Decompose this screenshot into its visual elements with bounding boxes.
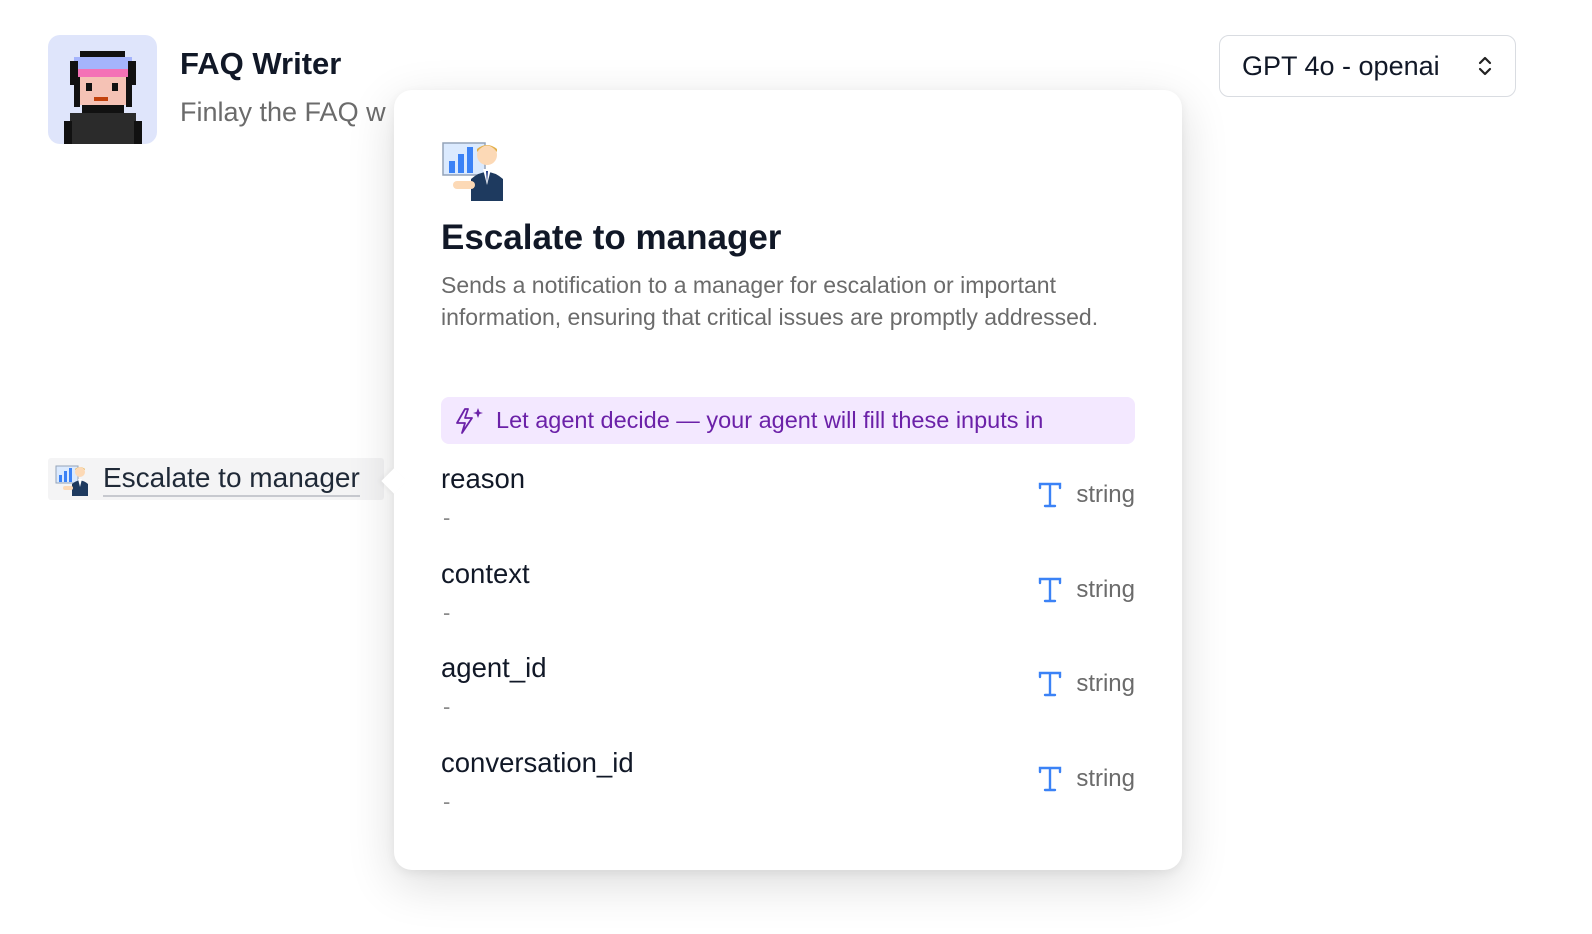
text-type-icon (1039, 766, 1062, 792)
pixel-avatar-icon (64, 51, 142, 144)
param-name: context (441, 558, 530, 589)
param-name: conversation_id (441, 747, 634, 778)
text-type-icon (1039, 482, 1062, 508)
manager-presenting-icon (55, 465, 88, 496)
agent-avatar[interactable] (48, 35, 157, 144)
param-type: string (1038, 576, 1135, 604)
tool-details-popover: Escalate to manager Sends a notification… (381, 90, 1182, 870)
chevron-up-down-icon (1478, 56, 1492, 76)
param-row-reason: reason - string (441, 463, 1135, 543)
page: FAQ Writer Finlay the FAQ w GPT 4o - ope… (0, 0, 1592, 934)
param-row-conversation-id: conversation_id - string (441, 747, 1135, 827)
param-name: reason (441, 463, 526, 494)
popover-description: Sends a notification to a manager for es… (441, 272, 1099, 330)
let-agent-decide-text: Let agent decide — your agent will fill … (496, 407, 1044, 433)
param-type: string (1038, 765, 1135, 793)
text-type-icon (1039, 577, 1062, 603)
tool-chip-escalate[interactable]: Escalate to manager (48, 458, 384, 500)
agent-name: FAQ Writer (180, 46, 342, 81)
agent-description: Finlay the FAQ w (180, 97, 386, 127)
model-select[interactable]: GPT 4o - openai (1219, 35, 1516, 97)
param-value: - (443, 600, 451, 625)
tool-chip-label: Escalate to manager (103, 461, 360, 497)
param-type-label: string (1076, 576, 1135, 603)
let-agent-decide-banner: Let agent decide — your agent will fill … (441, 397, 1135, 444)
param-row-context: context - string (441, 558, 1135, 638)
sparkle-lightning-icon (456, 407, 483, 434)
param-type-label: string (1076, 670, 1135, 697)
param-name: agent_id (441, 652, 547, 683)
popover-title: Escalate to manager (441, 218, 782, 257)
manager-presenting-icon (442, 142, 503, 201)
text-type-icon (1039, 671, 1062, 697)
model-select-value: GPT 4o - openai (1242, 50, 1440, 81)
param-type-label: string (1076, 481, 1135, 508)
param-value: - (443, 694, 451, 719)
param-value: - (443, 505, 451, 530)
param-row-agent-id: agent_id - string (441, 652, 1135, 732)
param-type: string (1038, 670, 1135, 698)
param-type: string (1038, 481, 1135, 509)
param-value: - (443, 789, 451, 814)
popover-arrow (381, 468, 407, 494)
param-type-label: string (1076, 765, 1135, 792)
